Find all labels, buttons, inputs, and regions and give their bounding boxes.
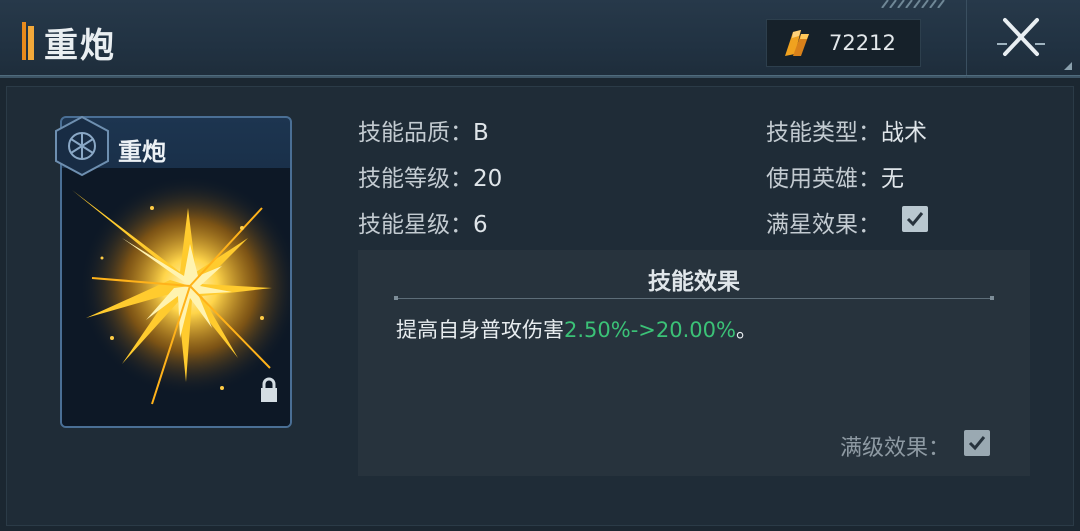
currency-display[interactable]: 72212 bbox=[766, 19, 921, 67]
skill-effect-title: 技能效果 bbox=[648, 269, 740, 295]
effect-desc-value: 2.50%->20.00% bbox=[564, 318, 736, 342]
skill-star-row: 技能星级：6 bbox=[358, 205, 488, 239]
currency-amount: 72212 bbox=[829, 31, 896, 55]
skill-star-value: 6 bbox=[473, 212, 488, 238]
checkmark-icon bbox=[906, 212, 924, 227]
effect-desc-prefix: 提高自身普攻伤害 bbox=[396, 318, 564, 342]
skill-level-label: 技能等级： bbox=[358, 166, 473, 192]
hero-row: 使用英雄：无 bbox=[766, 159, 904, 193]
skill-level-value: 20 bbox=[473, 166, 503, 192]
gold-crystal-icon bbox=[785, 30, 809, 56]
close-area bbox=[966, 0, 1080, 78]
skill-effect-description: 提高自身普攻伤害2.50%->20.00%。 bbox=[396, 314, 757, 344]
skill-type-label: 技能类型： bbox=[766, 120, 881, 146]
skill-level-row: 技能等级：20 bbox=[358, 159, 502, 193]
card-title: 重炮 bbox=[118, 137, 166, 166]
skill-quality-value: B bbox=[473, 120, 489, 146]
checkmark-icon bbox=[968, 436, 986, 451]
hero-value: 无 bbox=[881, 166, 904, 192]
skill-star-label: 技能星级： bbox=[358, 212, 473, 238]
skill-type-row: 技能类型：战术 bbox=[766, 113, 927, 147]
full-star-row: 满星效果： bbox=[766, 205, 881, 239]
lock-icon bbox=[261, 377, 277, 402]
full-star-label: 满星效果： bbox=[766, 212, 881, 238]
full-star-checkbox[interactable] bbox=[902, 206, 928, 232]
divider bbox=[394, 296, 994, 300]
skill-effect-box: 技能效果 提高自身普攻伤害2.50%->20.00%。 满级效果： bbox=[358, 250, 1030, 476]
hexagon-emblem-icon bbox=[55, 115, 109, 177]
title-accent-mark bbox=[22, 22, 36, 60]
max-level-checkbox[interactable] bbox=[964, 430, 990, 456]
max-level-label: 满级效果： bbox=[840, 436, 951, 461]
skill-quality-label: 技能品质： bbox=[358, 120, 473, 146]
explosion-burst-art bbox=[62, 168, 290, 426]
top-bar: 重炮 72212 bbox=[0, 0, 1080, 78]
effect-desc-suffix: 。 bbox=[735, 318, 757, 342]
decorative-stripes bbox=[881, 0, 945, 8]
hero-label: 使用英雄： bbox=[766, 166, 881, 192]
close-icon[interactable] bbox=[995, 14, 1047, 60]
skill-quality-row: 技能品质：B bbox=[358, 113, 489, 147]
corner-decoration bbox=[1064, 62, 1072, 70]
page-title: 重炮 bbox=[44, 26, 116, 66]
skill-type-value: 战术 bbox=[881, 120, 927, 146]
